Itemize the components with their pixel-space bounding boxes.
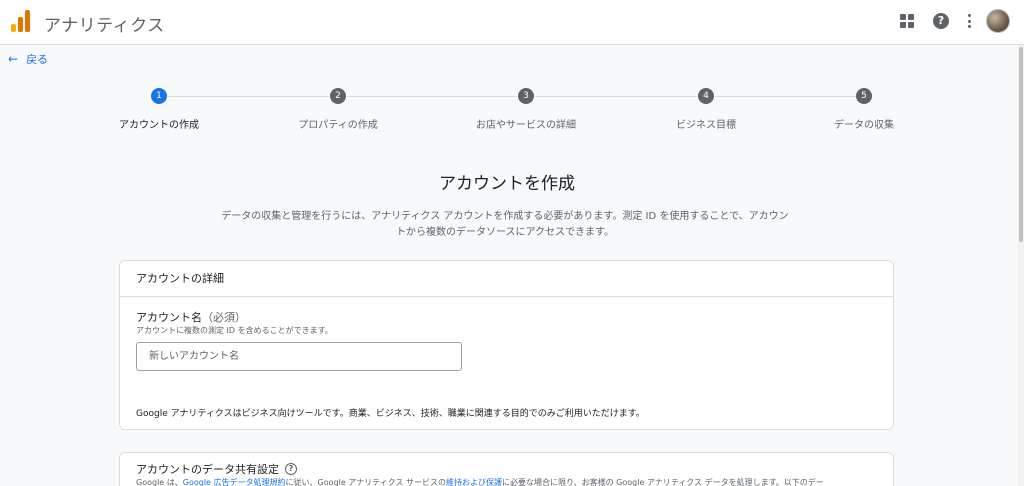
step-business-details: 3 お店やサービスの詳細 bbox=[451, 88, 601, 131]
account-details-card: アカウントの詳細 アカウント名（必須） アカウントに複数の測定 ID を含めるこ… bbox=[119, 260, 894, 430]
step-label: プロパティの作成 bbox=[298, 120, 378, 131]
data-sharing-card: アカウントのデータ共有設定 ? Google は、Google 広告データ処理規… bbox=[119, 452, 894, 486]
page-title: アカウントを作成 bbox=[439, 174, 575, 194]
step-property-creation: 2 プロパティの作成 bbox=[263, 88, 413, 131]
help-circle-icon[interactable]: ? bbox=[285, 463, 297, 475]
body-text: に従い、Google アナリティクス サービスの bbox=[285, 478, 446, 486]
body-text: Google は、 bbox=[136, 478, 183, 486]
page-description: データの収集と管理を行うには、アナリティクス アカウントを作成する必要があります… bbox=[221, 211, 789, 238]
scrollbar-thumb[interactable] bbox=[1019, 47, 1023, 242]
page-scrollbar[interactable] bbox=[1018, 45, 1024, 486]
step-number: 4 bbox=[698, 88, 714, 104]
avatar[interactable] bbox=[986, 9, 1010, 33]
more-vert-icon[interactable] bbox=[968, 14, 972, 28]
setup-stepper: 1 アカウントの作成 2 プロパティの作成 3 お店やサービスの詳細 4 ビジネ… bbox=[0, 88, 1024, 133]
card-title: アカウントのデータ共有設定 bbox=[136, 463, 279, 476]
top-app-bar: アナリティクス ? bbox=[0, 0, 1024, 45]
account-name-label: アカウント名（必須） bbox=[136, 309, 246, 325]
step-business-objectives: 4 ビジネス目標 bbox=[631, 88, 781, 131]
data-sharing-description: Google は、Google 広告データ処理規約に従い、Google アナリテ… bbox=[136, 477, 824, 486]
arrow-left-icon: ← bbox=[8, 52, 19, 66]
data-sharing-title-row: アカウントのデータ共有設定 ? bbox=[136, 461, 297, 477]
body-text: に必要な場合に限り、お客様の Google アナリティクス データを処理します。… bbox=[501, 478, 824, 486]
business-use-notice: Google アナリティクスはビジネス向けツールです。商業、ビジネス、技術、職業… bbox=[136, 409, 645, 419]
account-name-input[interactable] bbox=[136, 342, 462, 371]
account-name-hint: アカウントに複数の測定 ID を含めることができます。 bbox=[136, 326, 333, 335]
required-marker: （必須） bbox=[202, 311, 246, 324]
step-label: ビジネス目標 bbox=[676, 120, 736, 131]
back-link[interactable]: ← 戻る bbox=[8, 51, 48, 67]
data-processing-terms-link[interactable]: Google 広告データ処理規約 bbox=[183, 478, 286, 486]
step-number: 2 bbox=[330, 88, 346, 104]
analytics-logo[interactable] bbox=[11, 10, 31, 32]
step-data-collection: 5 データの収集 bbox=[789, 88, 939, 131]
step-account-creation: 1 アカウントの作成 bbox=[84, 88, 234, 131]
step-number: 3 bbox=[518, 88, 534, 104]
step-number: 1 bbox=[151, 88, 167, 104]
step-number: 5 bbox=[856, 88, 872, 104]
step-label: お店やサービスの詳細 bbox=[476, 120, 576, 131]
app-title: アナリティクス bbox=[44, 16, 165, 36]
back-label: 戻る bbox=[26, 53, 49, 66]
step-label: アカウントの作成 bbox=[119, 120, 199, 131]
card-title: アカウントの詳細 bbox=[120, 261, 893, 297]
step-label: データの収集 bbox=[834, 120, 894, 131]
field-label-text: アカウント名 bbox=[136, 311, 202, 324]
apps-grid-icon[interactable] bbox=[900, 14, 914, 28]
maintain-protect-link[interactable]: 維持および保護 bbox=[446, 478, 502, 486]
help-icon[interactable]: ? bbox=[933, 13, 949, 29]
